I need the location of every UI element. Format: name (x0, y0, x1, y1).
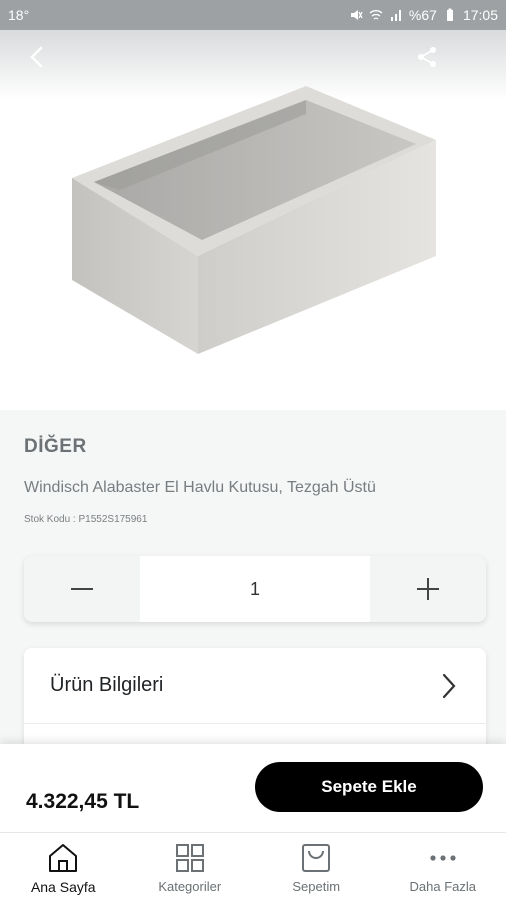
tab-categories[interactable]: Kategoriler (127, 833, 254, 900)
tab-cart-label: Sepetim (292, 879, 341, 894)
wifi-icon (369, 10, 383, 20)
tab-home-label: Ana Sayfa (30, 879, 96, 895)
decrease-quantity-button[interactable] (24, 556, 140, 622)
product-info-label: Ürün Bilgileri (50, 674, 164, 696)
product-image-area (0, 30, 506, 410)
tab-categories-label: Kategoriler (158, 879, 222, 894)
more-icon (430, 855, 456, 861)
signal-icon (390, 10, 401, 21)
back-icon[interactable] (22, 42, 52, 72)
increase-quantity-button[interactable] (370, 556, 486, 622)
chevron-right-icon (442, 673, 456, 699)
bag-icon (302, 844, 331, 872)
status-icons: %67 17:05 (349, 7, 498, 23)
product-image[interactable] (60, 80, 450, 360)
status-bar: 18° %67 17:05 (0, 0, 506, 30)
product-title: Windisch Alabaster El Havlu Kutusu, Tezg… (24, 479, 376, 496)
quantity-stepper: 1 (24, 556, 486, 622)
bottom-tab-bar: Ana Sayfa Kategoriler Sepetim Daha Fazla (0, 832, 506, 900)
home-icon (49, 844, 78, 872)
product-category: DİĞER (24, 436, 87, 457)
battery-percent: %67 (408, 7, 437, 23)
battery-icon (446, 8, 453, 21)
minus-icon (71, 588, 93, 590)
tab-more[interactable]: Daha Fazla (380, 833, 506, 900)
mute-icon (350, 10, 363, 20)
tab-home[interactable]: Ana Sayfa (0, 833, 127, 900)
tab-cart[interactable]: Sepetim (253, 833, 380, 900)
tab-more-label: Daha Fazla (409, 879, 476, 894)
quantity-value[interactable]: 1 (140, 556, 370, 622)
temperature: 18° (8, 7, 30, 23)
grid-icon (175, 844, 204, 872)
add-to-cart-button[interactable]: Sepete Ekle (255, 762, 483, 812)
clock: 17:05 (462, 7, 498, 23)
plus-icon (417, 578, 439, 600)
buy-bar: 4.322,45 TL Sepete Ekle (0, 744, 506, 832)
product-sku: Stok Kodu : P1552S175961 (24, 514, 148, 525)
product-price: 4.322,45 TL (26, 790, 140, 813)
product-info-row[interactable]: Ürün Bilgileri (24, 648, 486, 724)
share-icon[interactable] (412, 42, 442, 72)
